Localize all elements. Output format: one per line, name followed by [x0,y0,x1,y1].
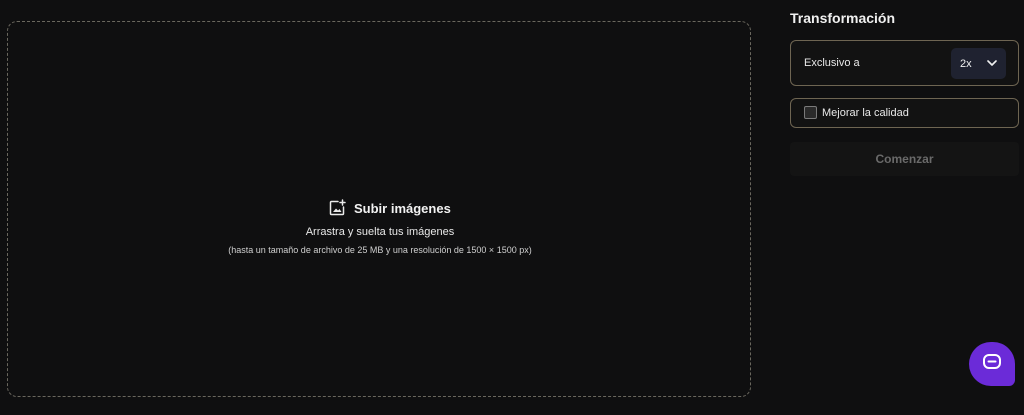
enhance-quality-option[interactable]: Mejorar la calidad [790,98,1019,128]
scale-value: 2x [960,57,972,70]
upload-images-button[interactable]: Subir imágenes [328,198,451,218]
scale-select[interactable]: 2x [951,48,1006,79]
panel-title: Transformación [790,10,896,26]
upload-images-label: Subir imágenes [354,200,451,216]
chat-button[interactable] [969,342,1015,386]
scale-label: Exclusivo a [804,57,860,69]
add-image-icon [328,199,346,217]
page: Subir imágenes Arrastra y suelta tus imá… [0,0,1024,415]
start-button[interactable]: Comenzar [790,142,1019,176]
upload-limits: (hasta un tamaño de archivo de 25 MB y u… [228,245,532,255]
chat-icon [982,353,1002,376]
image-dropzone[interactable]: Subir imágenes [7,21,751,397]
enhance-quality-label: Mejorar la calidad [822,107,909,119]
drop-instructions: Arrastra y suelta tus imágenes [305,226,455,238]
enhance-quality-checkbox[interactable] [804,106,817,119]
scale-option: Exclusivo a 2x [790,40,1019,86]
